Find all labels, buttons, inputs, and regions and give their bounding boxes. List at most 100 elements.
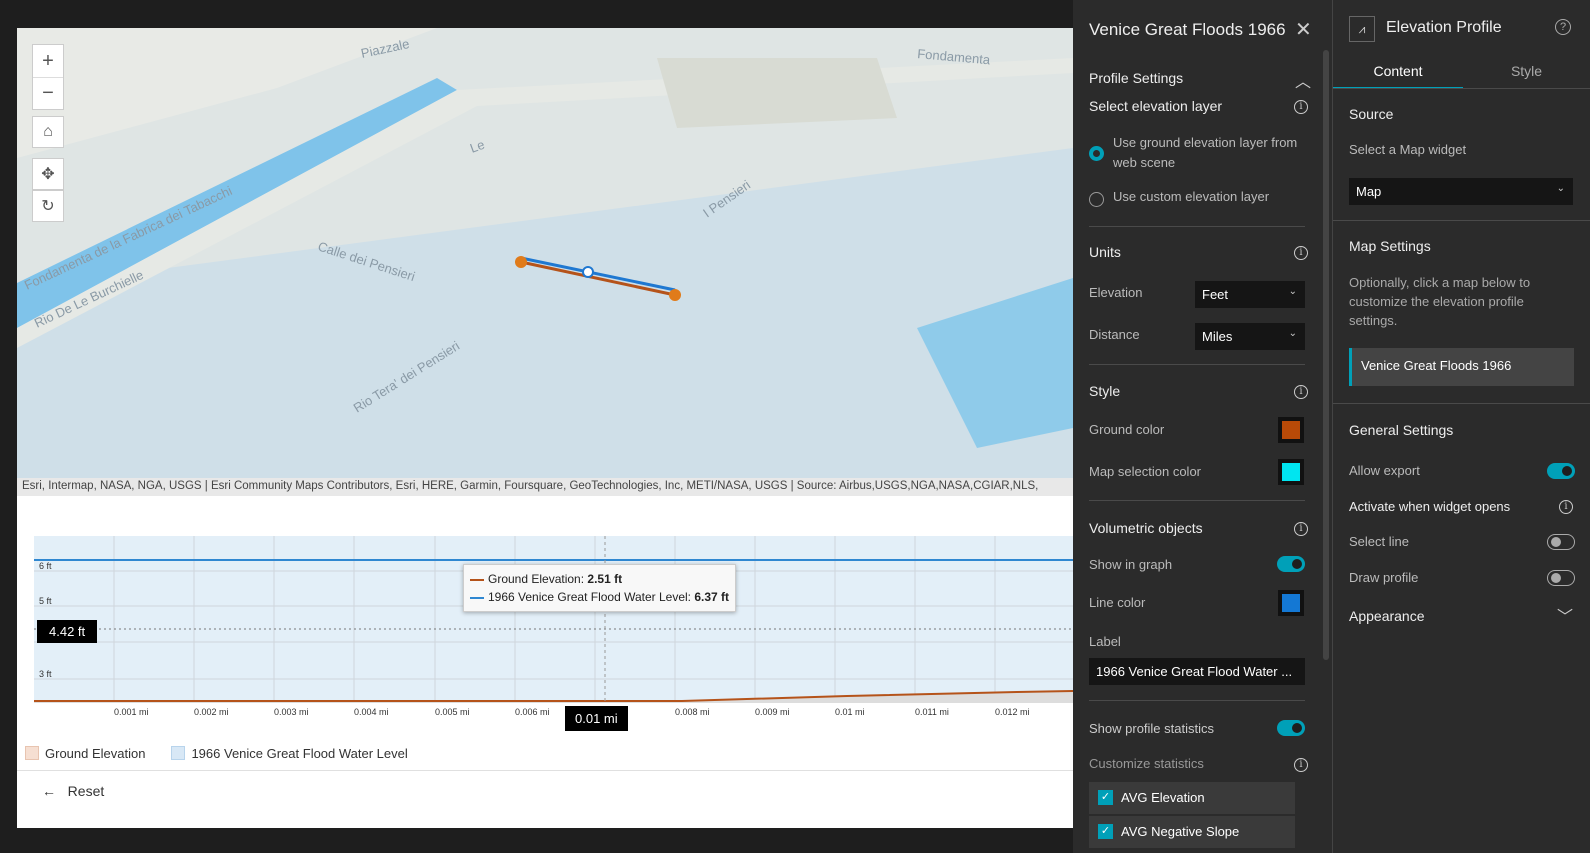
- info-icon[interactable]: i: [1294, 758, 1308, 772]
- map-settings-description: Optionally, click a map below to customi…: [1349, 275, 1531, 328]
- line-color-label: Line color: [1089, 595, 1146, 610]
- x-tick: 0.003 mi: [274, 707, 309, 717]
- legend-item-ground[interactable]: Ground Elevation: [25, 746, 145, 761]
- draw-profile-label: Draw profile: [1349, 570, 1419, 585]
- ground-color-swatch[interactable]: [1278, 417, 1304, 443]
- profile-chart-svg: 6 ft 5 ft 3 ft 0.001 mi 0.002 mi 0.003 m…: [34, 536, 1073, 717]
- cursor-y-label: 4.42 ft: [37, 620, 98, 643]
- reset-button[interactable]: ← Reset: [17, 770, 1073, 812]
- style-heading: Style: [1089, 383, 1121, 399]
- volumetric-heading: Volumetric objects: [1089, 520, 1203, 536]
- map-canvas: Piazzale Fondamenta Rio De Le Burchielle…: [17, 28, 1073, 448]
- profile-end-point: [669, 289, 681, 301]
- chevron-down-icon: ⌄: [1288, 328, 1297, 339]
- zoom-out-button[interactable]: −: [33, 77, 63, 109]
- x-tick: 0.008 mi: [675, 707, 710, 717]
- units-heading: Units: [1089, 244, 1121, 260]
- x-tick: 0.009 mi: [755, 707, 790, 717]
- show-stats-label: Show profile statistics: [1089, 721, 1214, 736]
- legend-item-water[interactable]: 1966 Venice Great Flood Water Level: [171, 746, 408, 761]
- checkbox-checked-icon: ✓: [1098, 824, 1113, 839]
- panel-title: Venice Great Floods 1966: [1089, 20, 1286, 39]
- map-selection-color-swatch[interactable]: [1278, 459, 1304, 485]
- map-widget-select[interactable]: Map ⌄: [1349, 178, 1573, 205]
- rotate-button[interactable]: ↻: [32, 190, 64, 222]
- select-map-label: Select a Map widget: [1349, 142, 1467, 157]
- x-tick: 0.006 mi: [515, 707, 550, 717]
- chevron-down-icon: ⌄: [1556, 183, 1565, 194]
- x-tick: 0.012 mi: [995, 707, 1030, 717]
- distance-label: Distance: [1089, 327, 1140, 342]
- radio-ground-layer[interactable]: [1089, 146, 1104, 161]
- radio-ground-layer-label[interactable]: Use ground elevation layer from web scen…: [1113, 133, 1313, 173]
- scrollbar[interactable]: [1323, 50, 1329, 660]
- chevron-down-icon[interactable]: ﹀: [1557, 603, 1573, 627]
- y-tick: 5 ft: [39, 596, 52, 606]
- select-line-toggle[interactable]: [1547, 534, 1575, 550]
- chevron-down-icon: ⌄: [1288, 286, 1297, 297]
- label-label: Label: [1089, 634, 1121, 649]
- checkbox-checked-icon: ✓: [1098, 790, 1113, 805]
- street-label: Rio Tera' dei Pensieri: [351, 338, 463, 416]
- cursor-x-label: 0.01 mi: [565, 706, 628, 731]
- show-stats-toggle[interactable]: [1277, 720, 1305, 736]
- activate-label: Activate when widget opens: [1349, 499, 1511, 514]
- home-button[interactable]: ⌂: [32, 116, 64, 148]
- elevation-unit-select[interactable]: Feet ⌄: [1195, 281, 1305, 308]
- allow-export-toggle[interactable]: [1547, 463, 1575, 479]
- select-line-label: Select line: [1349, 534, 1409, 549]
- y-tick: 6 ft: [39, 561, 52, 571]
- chevron-up-icon[interactable]: ︿: [1295, 68, 1311, 92]
- water-line: [520, 256, 676, 292]
- elevation-profile-chart: 6 ft 5 ft 3 ft 0.001 mi 0.002 mi 0.003 m…: [17, 496, 1073, 828]
- label-input[interactable]: 1966 Venice Great Flood Water ...: [1089, 658, 1305, 685]
- select-layer-label: Select elevation layer: [1089, 98, 1223, 114]
- source-heading: Source: [1349, 106, 1394, 122]
- customize-stats-label: Customize statistics: [1089, 756, 1204, 771]
- show-in-graph-label: Show in graph: [1089, 557, 1173, 572]
- distance-unit-select[interactable]: Miles ⌄: [1195, 323, 1305, 350]
- info-icon[interactable]: i: [1559, 500, 1573, 514]
- info-icon[interactable]: i: [1294, 246, 1308, 260]
- line-color-swatch[interactable]: [1278, 590, 1304, 616]
- elevation-label: Elevation: [1089, 285, 1143, 300]
- draw-profile-toggle[interactable]: [1547, 570, 1575, 586]
- tab-content[interactable]: Content: [1333, 55, 1463, 89]
- pan-button[interactable]: ✥: [32, 158, 64, 190]
- map-view[interactable]: Piazzale Fondamenta Rio De Le Burchielle…: [17, 28, 1073, 478]
- x-tick: 0.001 mi: [114, 707, 149, 717]
- info-icon[interactable]: i: [1294, 100, 1308, 114]
- x-tick: 0.011 mi: [915, 707, 949, 717]
- x-tick: 0.002 mi: [194, 707, 229, 717]
- stat-avg-elevation[interactable]: ✓ AVG Elevation: [1089, 782, 1295, 814]
- zoom-in-button[interactable]: +: [33, 45, 63, 77]
- ground-line: [520, 260, 676, 297]
- y-tick: 3 ft: [39, 669, 52, 679]
- profile-start-point: [515, 256, 527, 268]
- radio-custom-layer-label[interactable]: Use custom elevation layer: [1113, 189, 1269, 204]
- elevation-profile-icon: ⩘: [1349, 16, 1375, 42]
- tab-style[interactable]: Style: [1463, 55, 1590, 89]
- info-icon[interactable]: i: [1294, 385, 1308, 399]
- map-attribution: Esri, Intermap, NASA, NGA, USGS | Esri C…: [17, 478, 1073, 496]
- stat-avg-negative-slope[interactable]: ✓ AVG Negative Slope: [1089, 816, 1295, 848]
- show-in-graph-toggle[interactable]: [1277, 556, 1305, 572]
- zoom-controls: + −: [32, 44, 64, 110]
- radio-custom-layer[interactable]: [1089, 192, 1104, 207]
- ground-color-label: Ground color: [1089, 422, 1165, 437]
- chart-legend: Ground Elevation 1966 Venice Great Flood…: [25, 746, 408, 761]
- map-item[interactable]: Venice Great Floods 1966: [1349, 348, 1574, 386]
- street-label: Calle dei Pensieri: [316, 239, 417, 285]
- stats-list: ✓ AVG Elevation ✓ AVG Negative Slope: [1089, 782, 1305, 853]
- help-icon[interactable]: ?: [1555, 19, 1571, 35]
- x-tick: 0.005 mi: [435, 707, 470, 717]
- chart-tooltip: Ground Elevation: 2.51 ft 1966 Venice Gr…: [463, 564, 737, 612]
- info-icon[interactable]: i: [1294, 522, 1308, 536]
- map-settings-heading: Map Settings: [1349, 238, 1431, 254]
- allow-export-label: Allow export: [1349, 463, 1420, 478]
- close-icon[interactable]: ✕: [1295, 17, 1312, 42]
- arrow-left-icon: ←: [42, 783, 56, 799]
- layer-settings-panel: Venice Great Floods 1966 ✕ Profile Setti…: [1073, 0, 1333, 853]
- section-profile-settings[interactable]: Profile Settings: [1089, 70, 1183, 86]
- appearance-section[interactable]: Appearance: [1349, 608, 1425, 624]
